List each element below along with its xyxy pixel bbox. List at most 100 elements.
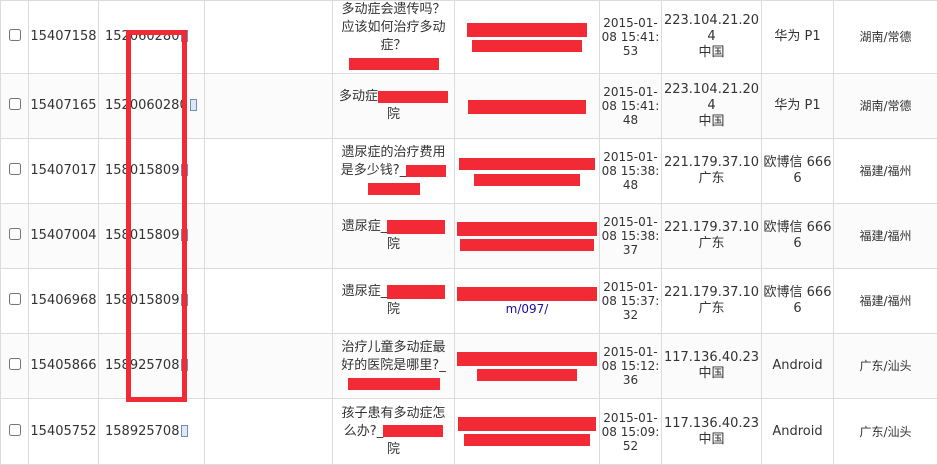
row-checkbox[interactable] — [9, 98, 21, 110]
spacer-cell — [205, 1, 333, 74]
table-row[interactable]: 15406968 158015809 遗尿症_院 m/097/ 2015-01-… — [1, 269, 937, 334]
row-select-cell[interactable] — [1, 139, 29, 204]
ip-cell: 223.104.21.204中国 — [662, 74, 762, 139]
row-checkbox[interactable] — [9, 29, 21, 41]
url-cell[interactable] — [455, 139, 600, 204]
redaction — [378, 91, 448, 103]
redaction — [474, 174, 580, 186]
url-cell[interactable] — [455, 1, 600, 74]
phone-middle: 801580 — [122, 228, 172, 243]
ip-cell: 117.136.40.23中国 — [662, 334, 762, 399]
row-select-cell[interactable] — [1, 74, 29, 139]
redaction — [464, 434, 590, 446]
time-cell: 2015-01-08 15:38:48 — [600, 139, 662, 204]
row-select-cell[interactable] — [1, 204, 29, 269]
location-cell: 广东/汕头 — [834, 399, 937, 465]
question-cell: 多动症院 — [333, 74, 455, 139]
records-table: 15407158 152060280 多动症会遗传吗？应该如何治疗多动症？ 20… — [0, 0, 937, 465]
phone-icon[interactable] — [181, 164, 188, 176]
phone-icon[interactable] — [181, 229, 188, 241]
row-select-cell[interactable] — [1, 1, 29, 74]
row-checkbox[interactable] — [9, 228, 21, 240]
record-id: 15406968 — [29, 269, 99, 334]
time-cell: 2015-01-08 15:12:36 — [600, 334, 662, 399]
row-select-cell[interactable] — [1, 269, 29, 334]
url-cell[interactable] — [455, 74, 600, 139]
phone-prefix: 15 — [105, 228, 122, 243]
ip-region: 广东 — [698, 236, 724, 251]
url-cell[interactable] — [455, 204, 600, 269]
record-id: 15407158 — [29, 1, 99, 74]
time-cell: 2015-01-08 15:09:52 — [600, 399, 662, 465]
phone-icon[interactable] — [181, 425, 188, 437]
redaction — [387, 285, 445, 299]
table-row[interactable]: 15407158 152060280 多动症会遗传吗？应该如何治疗多动症？ 20… — [1, 1, 937, 74]
phone-middle: 801580 — [122, 163, 172, 178]
phone-icon[interactable] — [181, 294, 188, 306]
question-text-end: 院 — [387, 302, 400, 317]
question-text: 多动症会遗传吗？应该如何治疗多动症？ — [341, 2, 445, 53]
phone-cell: 158015809 — [99, 269, 205, 334]
redaction — [387, 220, 445, 234]
location-cell: 湖南/常德 — [834, 74, 937, 139]
url-cell[interactable] — [455, 334, 600, 399]
phone-icon[interactable] — [181, 30, 188, 42]
record-id: 15405866 — [29, 334, 99, 399]
ip-address: 221.179.37.10 — [664, 220, 759, 235]
phone-icon[interactable] — [190, 99, 197, 111]
phone-prefix: 15 — [105, 293, 122, 308]
ip-address: 223.104.21.204 — [664, 82, 759, 113]
url-text[interactable]: m/097/ — [506, 302, 549, 316]
record-id: 15405752 — [29, 399, 99, 465]
table-row[interactable]: 15407017 158015809 遗尿症的治疗费用是多少钱?_ 2015-0… — [1, 139, 937, 204]
row-checkbox[interactable] — [9, 163, 21, 175]
phone-icon[interactable] — [181, 359, 188, 371]
question-text: 多动症 — [339, 89, 378, 104]
question-cell: 治疗儿童多动症最好的医院是哪里?_ — [333, 334, 455, 399]
redaction — [458, 417, 596, 431]
phone-cell: 152060280 — [99, 1, 205, 74]
ip-address: 117.136.40.23 — [664, 416, 759, 431]
redaction — [468, 100, 586, 114]
ip-region: 中国 — [698, 366, 724, 381]
phone-prefix: 15 — [105, 424, 122, 439]
device-cell: Android — [762, 334, 834, 399]
table-row[interactable]: 15407165 1520060280 多动症院 2015-01-08 15:4… — [1, 74, 937, 139]
row-select-cell[interactable] — [1, 334, 29, 399]
redaction — [460, 239, 594, 251]
phone-middle: 892570 — [122, 424, 172, 439]
phone-suffix: 8 — [171, 424, 179, 439]
question-cell: 多动症会遗传吗？应该如何治疗多动症？ — [333, 1, 455, 74]
ip-cell: 223.104.21.204中国 — [662, 1, 762, 74]
row-checkbox[interactable] — [9, 424, 21, 436]
time-cell: 2015-01-08 15:38:37 — [600, 204, 662, 269]
question-cell: 遗尿症的治疗费用是多少钱?_ — [333, 139, 455, 204]
record-id: 15407165 — [29, 74, 99, 139]
url-cell[interactable]: m/097/ — [455, 269, 600, 334]
phone-prefix: 152 — [105, 29, 130, 44]
redaction — [406, 165, 446, 177]
redaction — [348, 378, 440, 390]
phone-suffix: 9 — [171, 293, 179, 308]
row-checkbox[interactable] — [9, 358, 21, 370]
row-select-cell[interactable] — [1, 399, 29, 465]
phone-suffix: 0 — [179, 98, 187, 113]
table-row[interactable]: 15405866 158925708 治疗儿童多动症最好的医院是哪里?_ 201… — [1, 334, 937, 399]
redaction — [477, 369, 577, 381]
device-cell: 欧博信 6666 — [762, 269, 834, 334]
ip-region: 广东 — [698, 171, 724, 186]
phone-suffix: 9 — [171, 228, 179, 243]
question-text-end: 院 — [387, 107, 400, 122]
location-cell: 福建/福州 — [834, 204, 937, 269]
row-checkbox[interactable] — [9, 293, 21, 305]
table-row[interactable]: 15407004 158015809 遗尿症_院 2015-01-08 15:3… — [1, 204, 937, 269]
record-id: 15407017 — [29, 139, 99, 204]
redaction — [383, 425, 443, 437]
ip-cell: 221.179.37.10广东 — [662, 139, 762, 204]
ip-region: 广东 — [698, 301, 724, 316]
redaction — [368, 183, 420, 195]
phone-cell: 158015809 — [99, 139, 205, 204]
url-cell[interactable] — [455, 399, 600, 465]
ip-cell: 221.179.37.10广东 — [662, 204, 762, 269]
table-row[interactable]: 15405752 158925708 孩子患有多动症怎么办?_院 2015-01… — [1, 399, 937, 465]
